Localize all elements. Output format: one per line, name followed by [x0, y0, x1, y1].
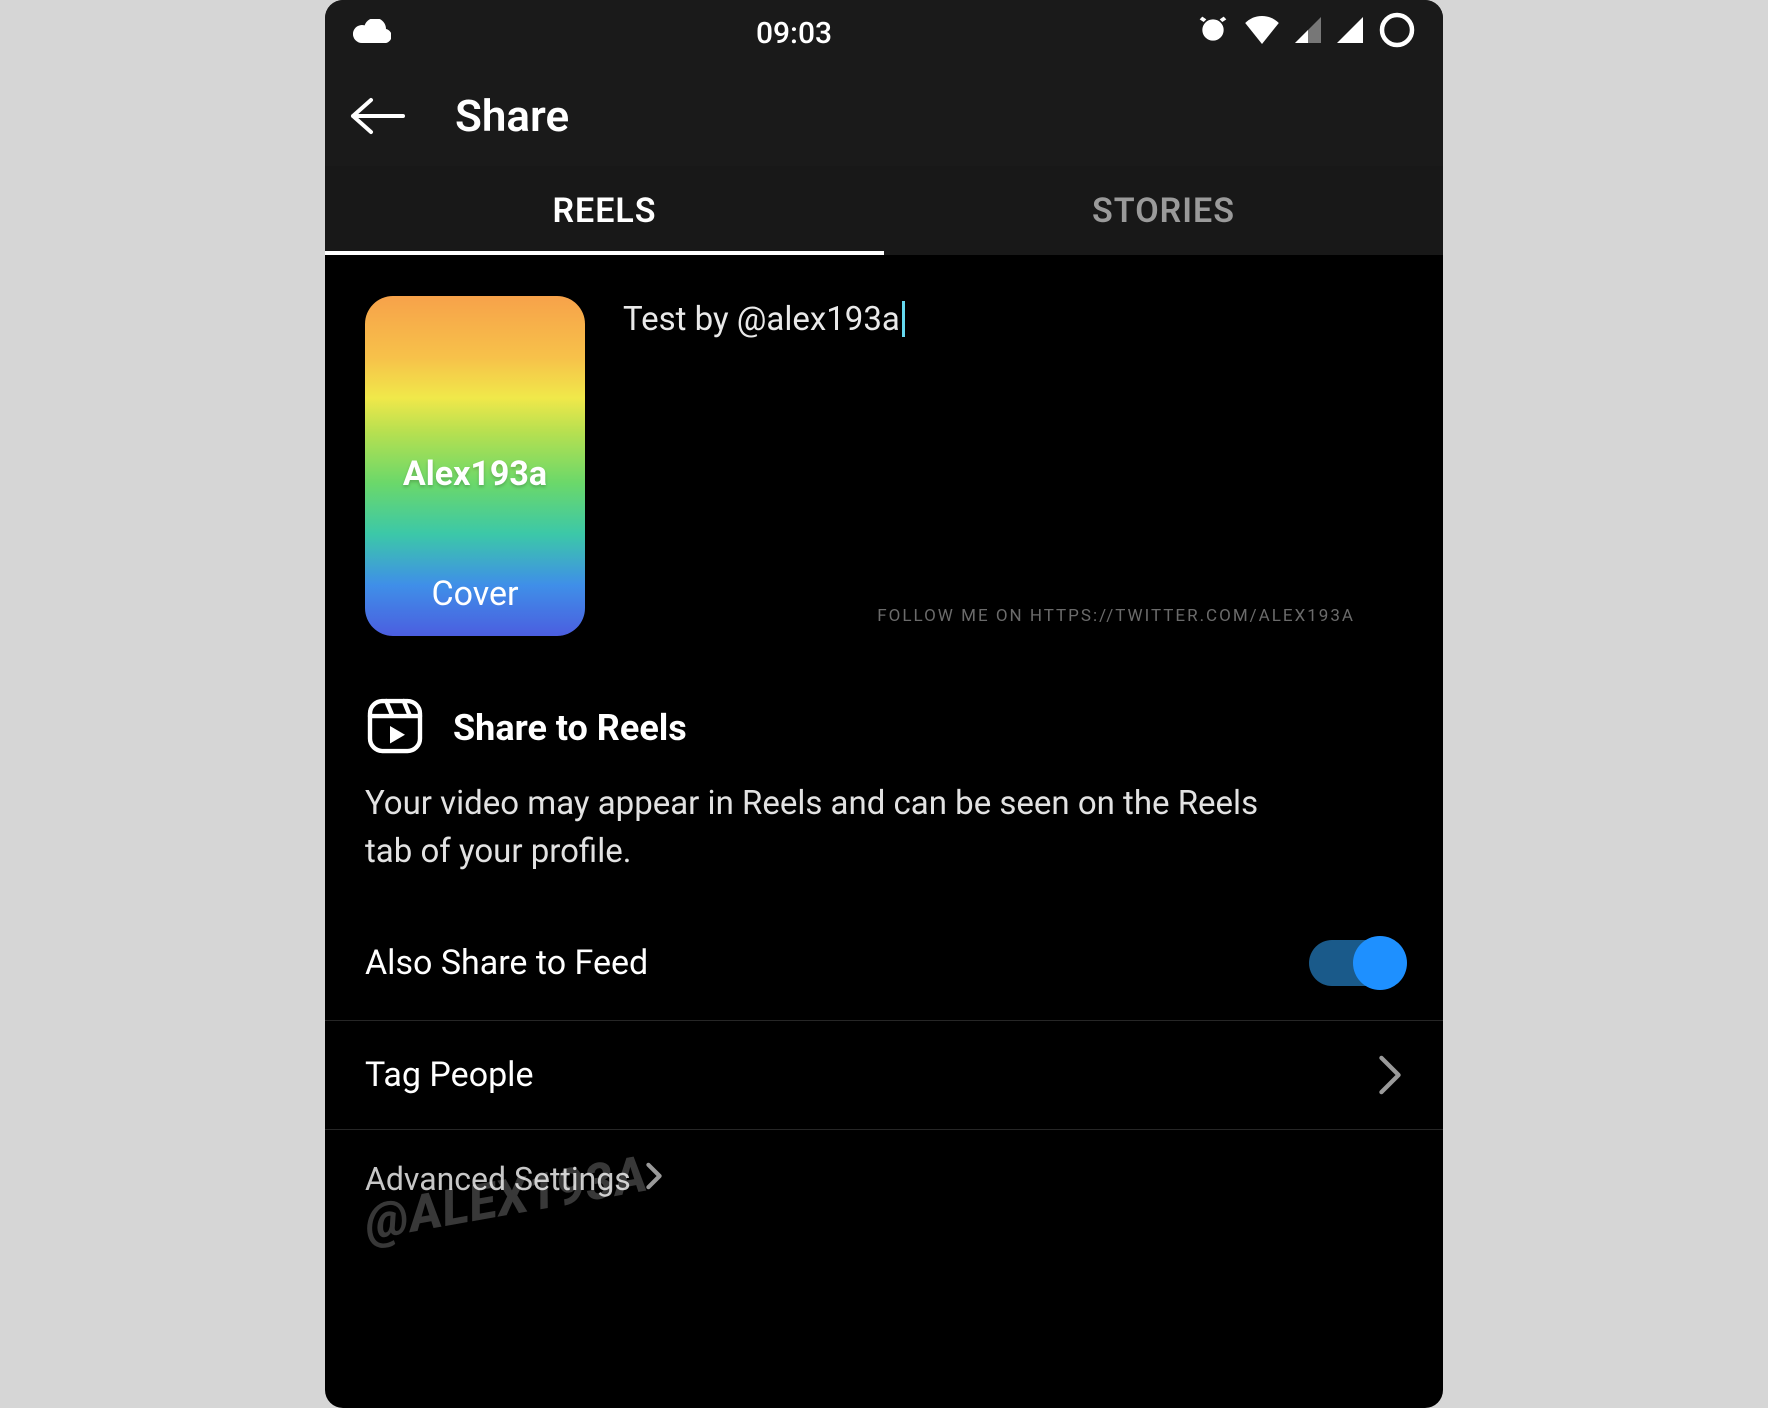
- caption-text: Test by @alex193a: [623, 300, 900, 339]
- text-cursor: [902, 301, 905, 337]
- watermark-url: FOLLOW ME ON HTTPS://TWITTER.COM/ALEX193…: [877, 606, 1355, 626]
- caption-area: Alex193a Cover Test by @alex193a FOLLOW …: [325, 256, 1443, 676]
- chevron-right-icon: [1377, 1055, 1403, 1095]
- page-title: Share: [455, 90, 569, 142]
- cover-username: Alex193a: [403, 454, 547, 494]
- also-share-to-feed-row[interactable]: Also Share to Feed: [325, 906, 1443, 1021]
- also-share-to-feed-label: Also Share to Feed: [365, 943, 648, 983]
- also-share-to-feed-toggle[interactable]: [1309, 940, 1403, 986]
- cover-thumbnail[interactable]: Alex193a Cover: [365, 296, 585, 636]
- share-to-reels-title: Share to Reels: [453, 707, 687, 749]
- back-arrow-icon[interactable]: [349, 96, 405, 136]
- phone-screen: 09:03: [325, 0, 1443, 1408]
- chevron-right-icon: [645, 1160, 663, 1198]
- tab-stories[interactable]: STORIES: [884, 166, 1443, 255]
- status-time: 09:03: [756, 16, 832, 51]
- tab-reels[interactable]: REELS: [325, 166, 884, 255]
- tag-people-row[interactable]: Tag People: [325, 1021, 1443, 1130]
- tag-people-label: Tag People: [365, 1055, 533, 1095]
- signal-icon: [1295, 17, 1321, 50]
- cloud-icon: [353, 17, 391, 50]
- wifi-icon: [1245, 16, 1279, 51]
- alarm-icon: [1197, 14, 1229, 53]
- signal-icon: [1337, 17, 1363, 50]
- status-bar: 09:03: [325, 0, 1443, 66]
- toggle-knob: [1353, 936, 1407, 990]
- caption-input[interactable]: Test by @alex193a: [623, 296, 1403, 636]
- advanced-settings-label: Advanced Settings: [365, 1160, 631, 1198]
- circle-icon: [1379, 12, 1415, 55]
- reels-icon: [365, 696, 425, 760]
- advanced-settings-row[interactable]: Advanced Settings: [325, 1130, 1443, 1228]
- share-to-reels-section: Share to Reels Your video may appear in …: [325, 676, 1443, 906]
- tabs: REELS STORIES: [325, 166, 1443, 256]
- share-to-reels-description: Your video may appear in Reels and can b…: [365, 780, 1403, 876]
- cover-label: Cover: [431, 574, 518, 614]
- header: Share: [325, 66, 1443, 166]
